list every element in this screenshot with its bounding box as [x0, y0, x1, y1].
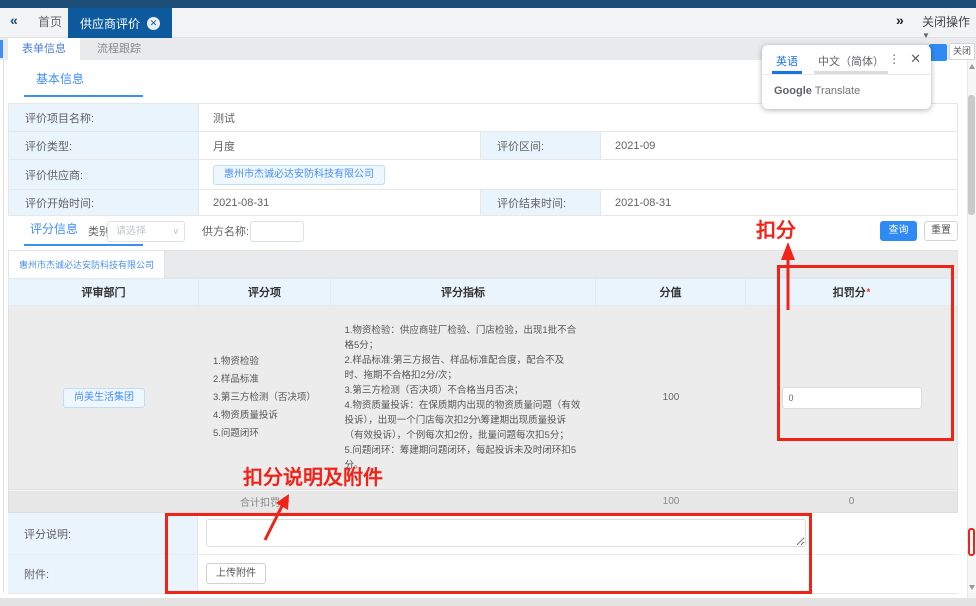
annotation-rect-deduction	[777, 265, 954, 441]
review-dept-cell: 尚美生活集团	[9, 306, 199, 489]
dept-link-button[interactable]: 尚美生活集团	[63, 388, 145, 408]
score-indicators-text: 1.物资检验：供应商驻厂检验、门店检验，出现1批不合格5分； 2.样品标准:第三…	[345, 323, 583, 473]
score-items-text: 1.物资检验 2.样品标准 3.第三方检测（否决项） 4.物资质量投诉 5.问题…	[199, 353, 331, 443]
annotation-deduction-label: 扣分	[756, 214, 796, 243]
close-button[interactable]: 关闭	[949, 43, 975, 60]
chevron-down-icon: ∨	[172, 222, 179, 241]
supplier-name-label: 供方名称:	[202, 226, 249, 238]
hidden-blue-button[interactable]	[929, 44, 947, 61]
eval-type-label: 评价类型:	[9, 132, 199, 159]
total-score-value: 100	[596, 491, 746, 512]
close-tab-icon[interactable]: ✕	[147, 17, 160, 30]
close-operations-label: 关闭操作	[922, 15, 970, 29]
table-row: 评价开始时间: 2021-08-31 评价结束时间: 2021-08-31	[9, 190, 957, 216]
translate-tab-english[interactable]: 英语	[772, 45, 802, 74]
eval-start-label: 评价开始时间:	[9, 190, 199, 215]
total-row: 合计扣罚分 100 0	[8, 490, 958, 513]
close-icon[interactable]: ✕	[910, 45, 921, 74]
tab-home[interactable]: 首页	[38, 16, 62, 28]
header-review-dept: 评审部门	[9, 279, 199, 305]
translate-wordmark: Translate	[815, 85, 860, 97]
app-window: « 首页 供应商评价 ✕ » 关闭操作 ▼ 表单信息 流程跟踪 基本信息 评价项…	[0, 0, 976, 606]
basic-info-table: 评价项目名称: 测试 评价类型: 月度 评价区间: 2021-09 评价供应商:…	[8, 103, 958, 216]
table-row: 评价类型: 月度 评价区间: 2021-09	[9, 132, 957, 160]
score-info-title: 评分信息	[30, 222, 78, 236]
content-left-border	[3, 60, 4, 593]
bottom-strip	[0, 598, 976, 606]
header-score-items: 评分项	[199, 279, 331, 305]
top-navy-strip	[0, 0, 976, 8]
scrollbar-thumb[interactable]	[968, 95, 975, 215]
query-button[interactable]: 查询	[880, 221, 917, 241]
translate-tabs: 英语 中文（简体） ⋮ ✕	[762, 45, 931, 75]
translate-popup: 英语 中文（简体） ⋮ ✕ Google Translate	[762, 45, 931, 109]
tab-supplier-evaluation[interactable]: 供应商评价 ✕	[68, 8, 172, 38]
eval-start-value: 2021-08-31	[199, 190, 481, 215]
eval-supplier-cell: 惠州市杰诚必达安防科技有限公司	[199, 160, 957, 189]
eval-range-label: 评价区间:	[481, 132, 601, 159]
annotation-explain-label: 扣分说明及附件	[243, 461, 383, 490]
translate-tab-chinese[interactable]: 中文（简体）	[814, 45, 888, 74]
score-info-underline	[24, 244, 143, 246]
google-translate-logo: Google Translate	[762, 75, 931, 107]
eval-end-label: 评价结束时间:	[481, 190, 601, 215]
table-row: 评价供应商: 惠州市杰诚必达安防科技有限公司	[9, 160, 957, 190]
supplier-link-button[interactable]: 惠州市杰诚必达安防科技有限公司	[213, 165, 385, 185]
supplier-name-input[interactable]	[250, 221, 304, 242]
eval-end-value: 2021-08-31	[601, 190, 957, 215]
category-select[interactable]: 请选择 ∨	[107, 221, 185, 242]
scrollbar-up-icon[interactable]	[969, 64, 975, 69]
eval-supplier-label: 评价供应商:	[9, 160, 199, 189]
collapse-tabs-right-icon[interactable]: »	[896, 13, 904, 27]
eval-type-value: 月度	[199, 132, 481, 159]
header-score-indicators: 评分指标	[331, 279, 596, 305]
scrollbar-down-icon[interactable]	[969, 585, 975, 590]
kebab-menu-icon[interactable]: ⋮	[888, 45, 900, 74]
total-deduction-value: 0	[746, 491, 957, 512]
eval-range-value: 2021-09	[601, 132, 957, 159]
header-score-value: 分值	[596, 279, 746, 305]
tab-supplier-evaluation-label: 供应商评价	[80, 15, 140, 32]
tab-company[interactable]: 惠州市杰诚必达安防科技有限公司	[8, 250, 165, 278]
annotation-rect-explain	[165, 513, 812, 594]
project-name-label: 评价项目名称:	[9, 104, 199, 131]
active-tab-accent	[0, 40, 3, 58]
scrollbar-red-marker	[968, 528, 975, 556]
score-value-cell: 100	[596, 306, 746, 489]
collapse-tabs-left-icon[interactable]: «	[10, 13, 18, 27]
tab-process-tracking[interactable]: 流程跟踪	[80, 38, 158, 60]
total-label: 合计扣罚分	[199, 491, 331, 512]
basic-info-underline	[24, 95, 143, 97]
reset-button[interactable]: 重置	[924, 221, 958, 241]
google-wordmark: Google	[774, 85, 812, 97]
tab-form-info[interactable]: 表单信息	[8, 38, 80, 60]
basic-info-title: 基本信息	[36, 72, 84, 86]
category-placeholder: 请选择	[116, 226, 146, 237]
